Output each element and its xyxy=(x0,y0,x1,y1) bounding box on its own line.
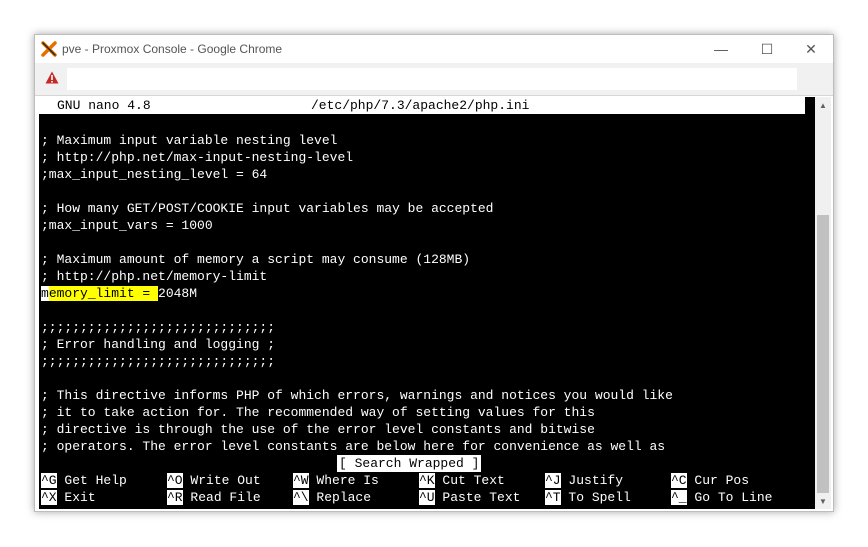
shortcut-justify[interactable]: ^J Justify xyxy=(545,472,623,489)
editor-line: ;;;;;;;;;;;;;;;;;;;;;;;;;;;;;; xyxy=(41,354,276,369)
editor-line: ; http://php.net/max-input-nesting-level xyxy=(41,150,354,165)
shortcut-get-help[interactable]: ^G Get Help xyxy=(41,472,127,489)
editor-line: ; Maximum amount of memory a script may … xyxy=(41,252,471,267)
search-highlight: emory_limit = xyxy=(48,286,159,301)
address-bar xyxy=(35,63,833,96)
nano-version: GNU nano 4.8 xyxy=(57,98,151,113)
editor-line: ; How many GET/POST/COOKIE input variabl… xyxy=(41,201,494,216)
scroll-down-icon[interactable]: ▼ xyxy=(815,493,831,509)
shortcut-paste-text[interactable]: ^U Paste Text xyxy=(419,489,520,506)
scroll-up-icon[interactable]: ▲ xyxy=(815,97,831,113)
editor-line: ; it to take action for. The recommended… xyxy=(41,405,595,420)
maximize-button[interactable]: ☐ xyxy=(744,38,790,60)
editor-line: ; operators. The error level constants a… xyxy=(41,439,666,454)
editor-line: ; directive is through the use of the er… xyxy=(41,422,595,437)
editor-line: ; This directive informs PHP of which er… xyxy=(41,388,673,403)
close-button[interactable]: ✕ xyxy=(788,38,834,60)
vertical-scrollbar[interactable]: ▲ ▼ xyxy=(815,97,831,509)
proxmox-logo-icon xyxy=(41,41,57,57)
shortcut-where-is[interactable]: ^W Where Is xyxy=(293,472,379,489)
shortcut-exit[interactable]: ^X Exit xyxy=(41,489,96,506)
shortcut-replace[interactable]: ^\ Replace xyxy=(293,489,371,506)
terminal-screen[interactable]: GNU nano 4.8 /etc/php/7.3/apache2/php.in… xyxy=(39,97,822,509)
nano-filename: /etc/php/7.3/apache2/php.ini xyxy=(311,98,530,113)
window-title: pve - Proxmox Console - Google Chrome xyxy=(62,42,283,56)
title-bar: pve - Proxmox Console - Google Chrome — … xyxy=(35,35,833,63)
nano-header: GNU nano 4.8 /etc/php/7.3/apache2/php.in… xyxy=(39,97,805,114)
shortcut-to-spell[interactable]: ^T To Spell xyxy=(545,489,631,506)
memory-limit-value: 2048M xyxy=(158,286,198,301)
memory-limit-line: memory_limit = 2048M xyxy=(41,285,197,302)
editor-line: ; http://php.net/memory-limit xyxy=(41,269,268,284)
editor-line: ;;;;;;;;;;;;;;;;;;;;;;;;;;;;;; xyxy=(41,320,276,335)
text-cursor: m xyxy=(41,286,49,301)
shortcut-go-to-line[interactable]: ^_ Go To Line xyxy=(671,489,772,506)
minimize-button[interactable]: — xyxy=(698,38,744,60)
scrollbar-thumb[interactable] xyxy=(817,215,829,493)
shortcut-cut-text[interactable]: ^K Cut Text xyxy=(419,472,505,489)
browser-window: pve - Proxmox Console - Google Chrome — … xyxy=(34,34,834,512)
editor-line: ; Error handling and logging ; xyxy=(41,337,276,352)
editor-line: ;max_input_vars = 1000 xyxy=(41,218,213,233)
url-field[interactable] xyxy=(67,68,797,90)
editor-line: ;max_input_nesting_level = 64 xyxy=(41,167,268,182)
shortcut-cur-pos[interactable]: ^C Cur Pos xyxy=(671,472,749,489)
shortcut-read-file[interactable]: ^R Read File xyxy=(167,489,261,506)
editor-line: ; Maximum input variable nesting level xyxy=(41,133,338,148)
status-message: [ Search Wrapped ] xyxy=(337,455,482,472)
warning-icon[interactable] xyxy=(45,71,59,84)
shortcut-write-out[interactable]: ^O Write Out xyxy=(167,472,261,489)
